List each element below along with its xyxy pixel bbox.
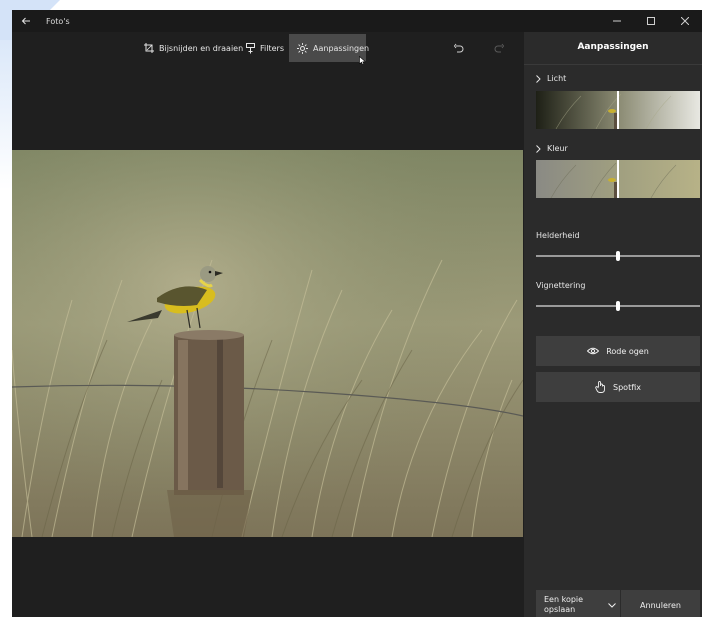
color-label: Kleur (547, 144, 568, 153)
slider-track-right (620, 305, 700, 307)
color-section-header[interactable]: Kleur (536, 144, 568, 153)
maximize-icon (647, 17, 655, 25)
slider-track (536, 255, 616, 257)
photos-app-window: Foto's Bijsnijden en draaien Filters Aan… (12, 10, 702, 617)
light-label: Licht (547, 74, 567, 83)
adjust-tab[interactable]: Aanpassingen (289, 34, 370, 62)
close-button[interactable] (668, 10, 702, 32)
red-eye-label: Rode ogen (606, 346, 649, 356)
slider-thumb[interactable] (616, 251, 620, 261)
light-section-header[interactable]: Licht (536, 74, 566, 83)
slider-track (536, 305, 616, 307)
minimize-icon (613, 20, 621, 22)
crop-icon (144, 43, 154, 53)
photo-canvas (12, 64, 523, 617)
save-copy-button[interactable]: Een kopie opslaan (536, 590, 604, 617)
undo-icon (453, 43, 463, 52)
window-title: Foto's (46, 16, 70, 26)
light-indicator (617, 91, 619, 129)
chevron-right-icon (536, 74, 541, 83)
chevron-down-icon (608, 602, 616, 608)
arrow-left-icon (21, 17, 30, 25)
filters-tab[interactable]: Filters (238, 34, 292, 62)
red-eye-button[interactable]: Rode ogen (536, 336, 700, 366)
spotfix-label: Spotfix (613, 382, 641, 392)
back-button[interactable] (12, 10, 40, 32)
crop-rotate-label: Bijsnijden en draaien (159, 43, 244, 53)
brightness-slider[interactable] (536, 251, 700, 261)
eye-icon (587, 347, 600, 355)
window-controls (600, 10, 702, 32)
brightness-label: Helderheid (536, 231, 580, 240)
color-indicator (617, 160, 619, 198)
panel-divider (524, 64, 702, 65)
redo-icon (494, 43, 504, 52)
hand-touch-icon (595, 381, 606, 393)
save-options-dropdown[interactable] (604, 590, 620, 617)
slider-thumb[interactable] (616, 301, 620, 311)
bird-photo[interactable] (12, 150, 523, 537)
slider-track-right (620, 255, 700, 257)
redo-button[interactable] (489, 38, 509, 58)
maximize-button[interactable] (634, 10, 668, 32)
color-thumbnail-slider[interactable] (536, 160, 700, 198)
vignette-slider[interactable] (536, 301, 700, 311)
light-thumbnail-slider[interactable] (536, 91, 700, 129)
cancel-label: Annuleren (640, 600, 681, 610)
vignette-label: Vignettering (536, 281, 586, 290)
crop-rotate-tab[interactable]: Bijsnijden en draaien (136, 34, 251, 62)
filters-label: Filters (260, 43, 284, 53)
panel-title: Aanpassingen (577, 42, 649, 52)
desktop-accent-strip (0, 40, 12, 190)
minimize-button[interactable] (600, 10, 634, 32)
adjustments-panel: Aanpassingen Licht Kleur Helderheid Vign… (524, 32, 702, 617)
chevron-right-icon (536, 144, 541, 153)
sun-icon (297, 42, 308, 54)
filter-icon (246, 42, 255, 54)
spotfix-button[interactable]: Spotfix (536, 372, 700, 402)
cancel-button[interactable]: Annuleren (621, 590, 700, 617)
save-copy-label: Een kopie opslaan (544, 595, 584, 614)
undo-button[interactable] (448, 38, 468, 58)
title-bar: Foto's (12, 10, 702, 32)
close-icon (681, 17, 689, 25)
adjust-label: Aanpassingen (313, 43, 370, 53)
edit-toolbar: Bijsnijden en draaien Filters Aanpassing… (12, 32, 524, 66)
